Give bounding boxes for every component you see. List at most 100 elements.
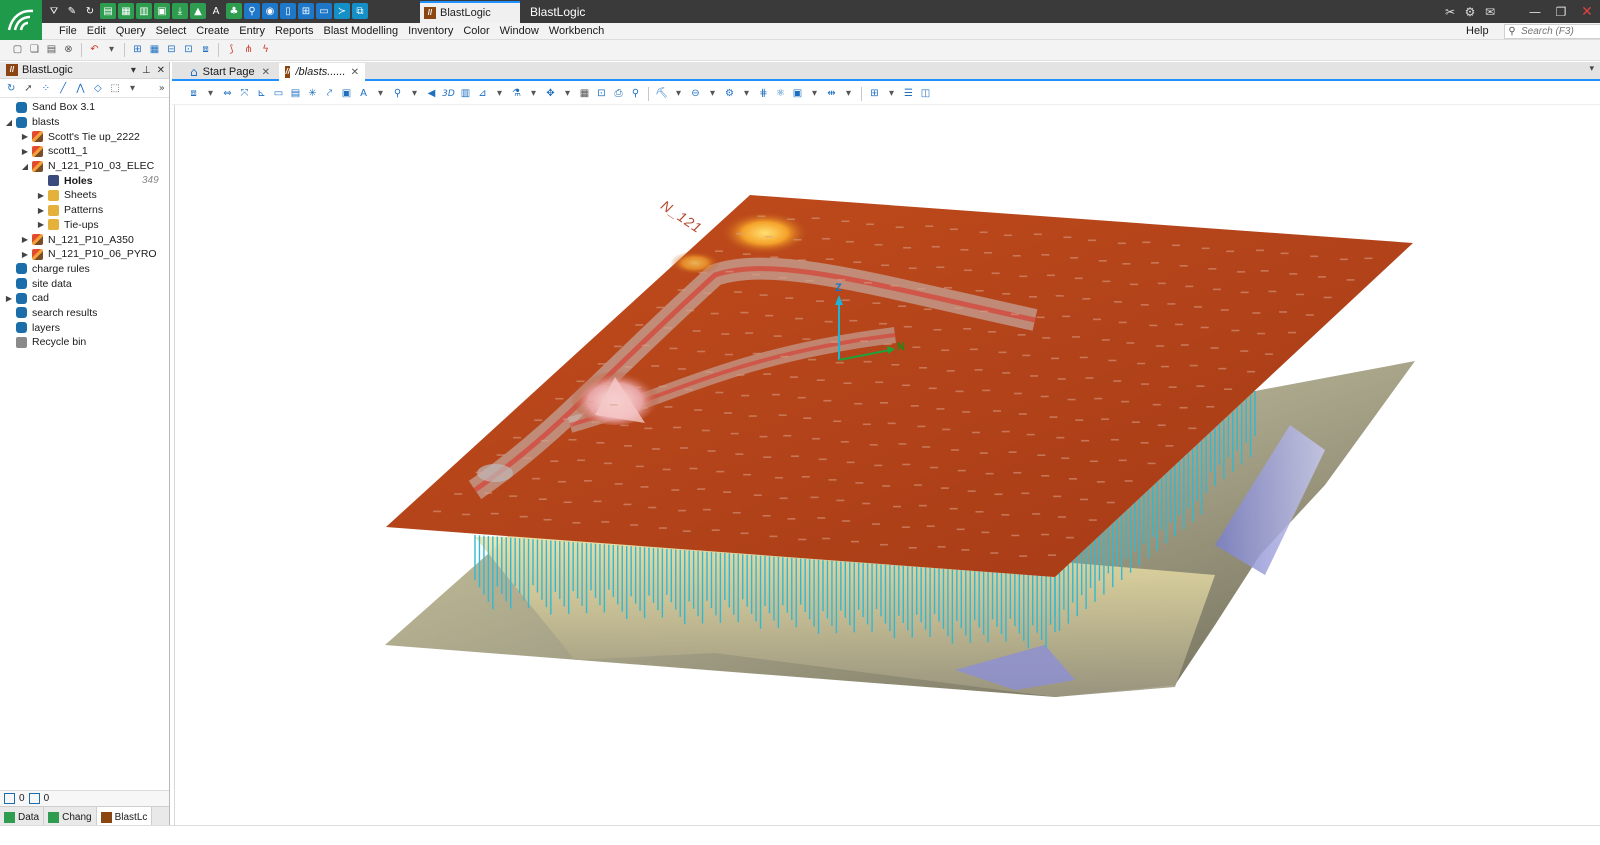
hole-marker[interactable] [1026, 433, 1035, 436]
tab-list-dropdown-icon[interactable]: ▾ [1589, 64, 1594, 74]
hole-marker[interactable] [1061, 457, 1070, 460]
layer-icon[interactable]: ▤ [288, 86, 303, 101]
blast-3d-scene[interactable] [175, 105, 1599, 825]
tools-icon[interactable]: ✂ [1440, 0, 1460, 23]
timing-dropdown-icon[interactable]: ▾ [841, 86, 856, 101]
transform-dropdown-icon[interactable]: ▾ [560, 86, 575, 101]
hole-marker[interactable] [823, 399, 832, 402]
hole-marker[interactable] [981, 531, 990, 534]
hole-marker[interactable] [1002, 293, 1011, 295]
tab-data[interactable]: Data [0, 807, 45, 827]
hole-marker[interactable] [918, 504, 927, 507]
tab-close-icon[interactable]: ✕ [262, 67, 270, 78]
hole-marker[interactable] [1168, 386, 1177, 388]
layout-icon[interactable]: ⊡ [594, 86, 609, 101]
hole-marker[interactable] [1179, 265, 1188, 267]
hole-marker[interactable] [1036, 316, 1045, 319]
hole-marker[interactable] [895, 226, 904, 229]
hole-marker[interactable] [723, 491, 731, 493]
hole-marker[interactable] [1200, 326, 1209, 329]
grid-view-icon[interactable]: ▦ [577, 86, 592, 101]
align-icon[interactable]: ⊟ [164, 42, 179, 57]
hole-marker[interactable] [534, 419, 543, 421]
hole-marker[interactable] [1147, 462, 1156, 465]
hole-marker[interactable] [651, 448, 660, 450]
hole-marker[interactable] [1113, 380, 1122, 382]
hole-marker[interactable] [922, 446, 931, 448]
menu-entry[interactable]: Entry [234, 25, 270, 37]
menu-edit[interactable]: Edit [82, 25, 111, 37]
hole-marker[interactable] [1140, 442, 1149, 444]
hole-marker[interactable] [1157, 424, 1166, 427]
hole-marker[interactable] [1048, 554, 1057, 556]
expand-arrow-right-icon[interactable]: ▶ [20, 147, 30, 156]
tree-icon[interactable]: ♣ [226, 3, 242, 19]
hole-marker[interactable] [771, 393, 780, 396]
hole-marker[interactable] [1096, 481, 1105, 483]
drill-dropdown-icon[interactable]: ▾ [671, 86, 686, 101]
section-icon[interactable]: ▭ [271, 86, 286, 101]
hole-marker[interactable] [721, 333, 730, 335]
hole-marker[interactable] [1149, 324, 1158, 327]
hole-marker[interactable] [1231, 329, 1240, 332]
hole-marker[interactable] [639, 407, 648, 409]
hole-marker[interactable] [620, 424, 629, 427]
hole-marker[interactable] [651, 365, 660, 367]
hole-marker[interactable] [926, 525, 935, 528]
hole-marker[interactable] [845, 240, 854, 243]
hole-marker[interactable] [1218, 367, 1227, 370]
tree-node[interactable]: ▶ N_121_P10_A350 [0, 232, 169, 247]
hole-marker[interactable] [757, 215, 766, 218]
hole-marker[interactable] [1317, 276, 1326, 278]
table-icon[interactable]: ▦ [118, 3, 134, 19]
hole-marker[interactable] [572, 522, 581, 524]
hole-marker[interactable] [1082, 298, 1091, 300]
hole-marker[interactable] [1236, 271, 1245, 273]
hole-marker[interactable] [1121, 400, 1129, 403]
hole-marker[interactable] [1012, 254, 1021, 257]
expand-arrow-right-icon[interactable]: ▶ [20, 250, 30, 259]
hole-marker[interactable] [1137, 362, 1146, 365]
hole-marker[interactable] [940, 487, 949, 489]
zoom-extent-icon[interactable]: ⊡ [181, 42, 196, 57]
hole-marker[interactable] [979, 231, 988, 234]
hole-marker[interactable] [585, 400, 594, 403]
hole-marker[interactable] [798, 538, 807, 541]
hole-marker[interactable] [991, 272, 1000, 275]
hole-marker[interactable] [985, 472, 994, 475]
overflow-icon[interactable]: » [155, 81, 169, 96]
hole-marker[interactable] [745, 332, 754, 334]
select-all-dropdown-icon[interactable]: ▾ [884, 86, 899, 101]
hole-marker[interactable] [630, 524, 639, 526]
hole-marker[interactable] [624, 366, 633, 368]
hole-marker[interactable] [793, 238, 802, 241]
points-icon[interactable]: ⁘ [39, 81, 53, 96]
print-icon[interactable]: ⎙ [611, 86, 626, 101]
pin-icon[interactable]: ⚲ [244, 3, 260, 19]
hole-marker[interactable] [822, 537, 831, 540]
snap-icon[interactable]: ✳ [305, 86, 320, 101]
expand-arrow-right-icon[interactable]: ▶ [20, 132, 30, 141]
hole-marker[interactable] [979, 452, 988, 454]
hole-marker[interactable] [936, 408, 945, 410]
tree-node[interactable]: Sand Box 3.1 [0, 100, 169, 115]
hole-marker[interactable] [879, 402, 888, 404]
hole-marker[interactable] [928, 387, 937, 390]
hole-marker[interactable] [824, 320, 833, 323]
hole-marker[interactable] [882, 485, 891, 487]
hole-marker[interactable] [583, 480, 592, 482]
hole-marker[interactable] [1056, 436, 1065, 439]
menu-file[interactable]: File [54, 25, 82, 37]
split-view-icon[interactable]: ◫ [918, 86, 933, 101]
hole-marker[interactable] [519, 515, 528, 518]
hole-marker[interactable] [684, 388, 693, 391]
profile-icon[interactable]: ⊿ [475, 86, 490, 101]
connect-icon[interactable]: ⋔ [241, 42, 256, 57]
report-icon[interactable]: ▤ [100, 3, 116, 19]
hole-marker[interactable] [990, 552, 999, 554]
filter-icon[interactable]: ⛛ [46, 3, 62, 19]
hole-marker[interactable] [961, 549, 970, 551]
hole-marker[interactable] [1280, 252, 1289, 255]
hole-marker[interactable] [825, 258, 834, 261]
hole-marker[interactable] [1189, 364, 1198, 367]
